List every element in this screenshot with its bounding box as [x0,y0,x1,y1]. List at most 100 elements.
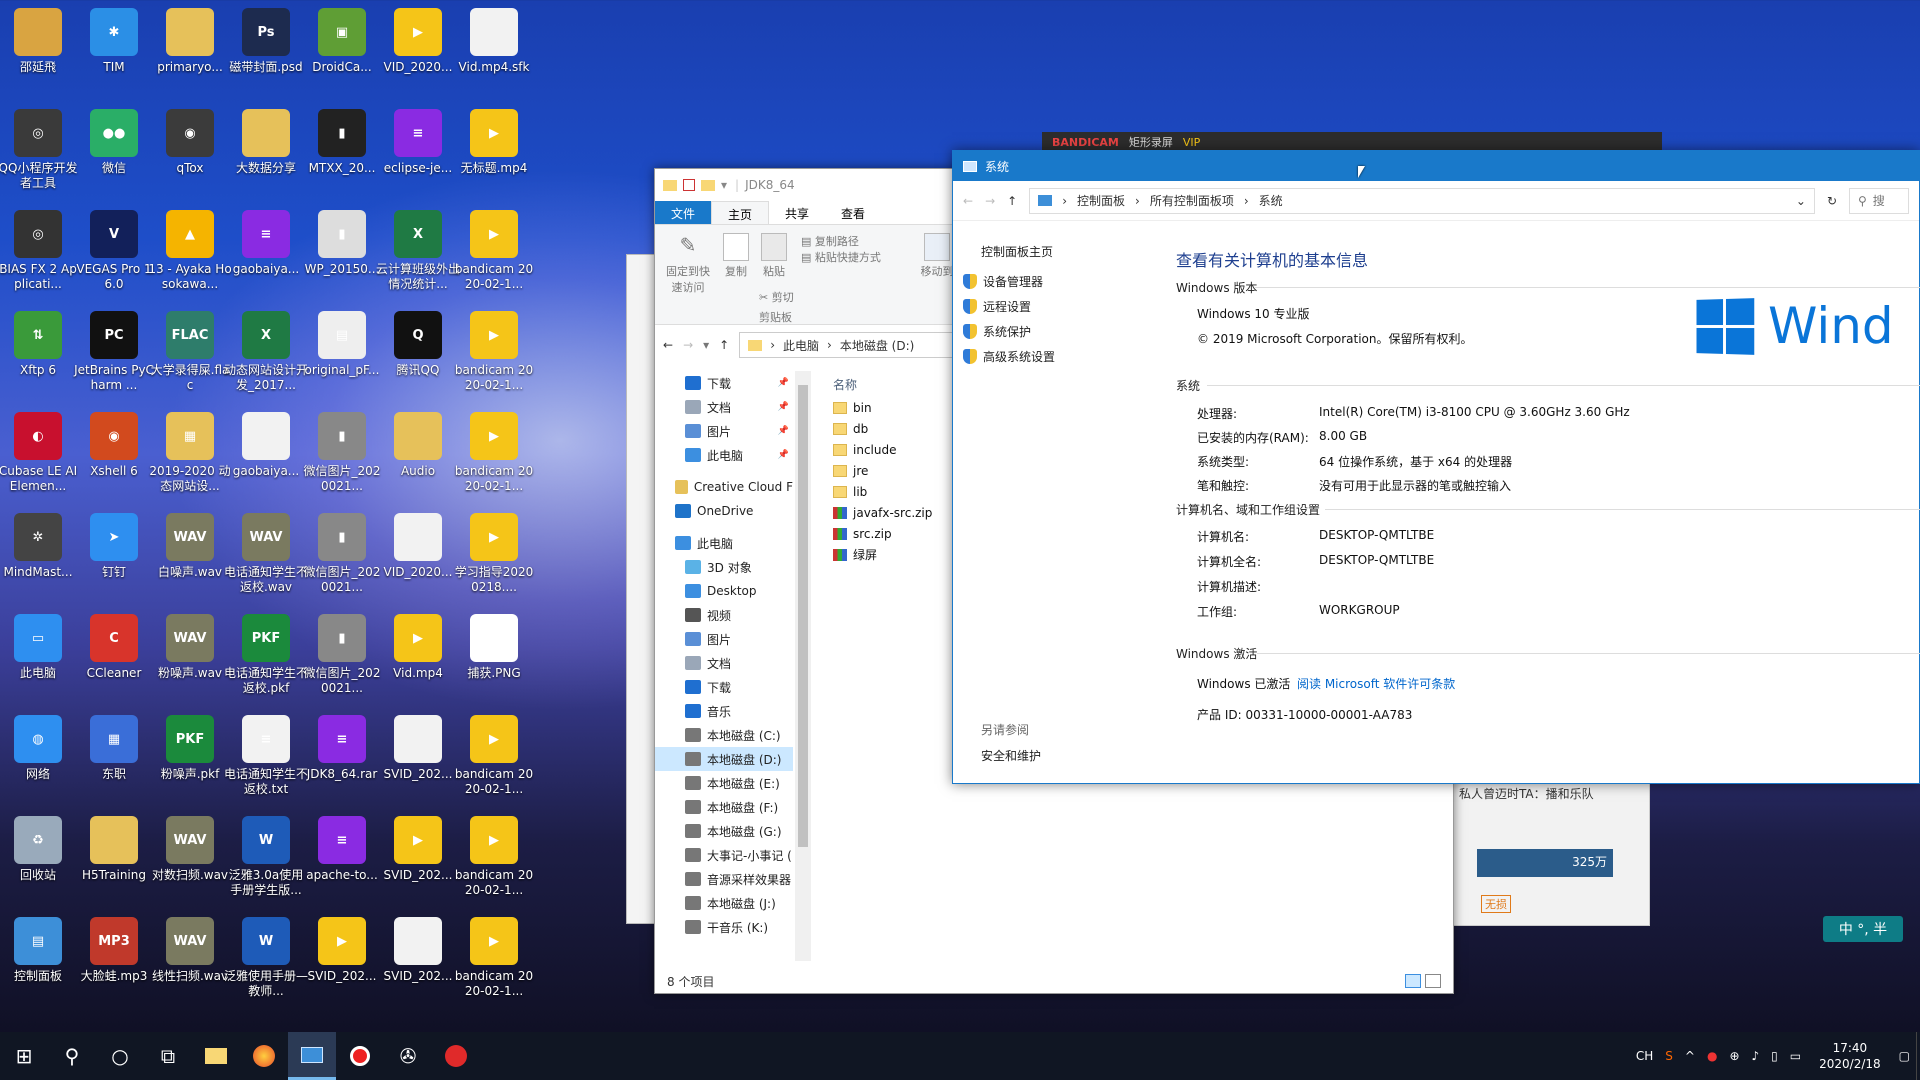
security-maintenance-link[interactable]: 安全和维护 [981,747,1041,764]
nav-item[interactable]: 此电脑 📌 [655,443,793,467]
desktop-icon[interactable]: ▦ 2019-2020 动态网站设... [148,408,232,508]
desktop-icon[interactable]: ▮ 微信图片_2020021... [300,509,384,609]
desktop-icon[interactable]: ▶ SVID_202... [300,913,384,1013]
chevron-up-icon[interactable]: ^ [1685,1049,1695,1063]
nav-item[interactable]: 下载 [655,675,793,699]
nav-item[interactable]: 干音乐 (K:) [655,915,793,939]
show-desktop-button[interactable] [1916,1032,1920,1080]
desktop-icon[interactable]: ▭ 捕获.PNG [452,610,536,710]
desktop-icon[interactable]: ⇅ Xftp 6 [0,307,80,407]
desktop-icon[interactable]: ▮ WP_20150... [300,206,384,306]
up-arrow-icon[interactable]: ↑ [719,338,729,352]
desktop-icon[interactable]: ➤ 钉钉 [72,509,156,609]
start-button[interactable]: ⊞ [0,1032,48,1080]
desktop-icon[interactable]: FLAC 大学录得屎.flac [148,307,232,407]
nav-item[interactable]: OneDrive [655,499,793,523]
up-arrow-icon[interactable]: ↑ [1007,194,1017,208]
volume-icon[interactable]: ♪ [1752,1049,1760,1063]
desktop-icon[interactable]: W 泛雅3.0a使用手册学生版... [224,812,308,912]
desktop-icon[interactable]: WAV 线性扫频.wav [148,913,232,1013]
nav-item[interactable]: 本地磁盘 (E:) [655,771,793,795]
move-to-button[interactable]: 移动到 [917,233,957,279]
desktop-icon[interactable]: ▤ 控制面板 [0,913,80,1013]
desktop-icon[interactable]: C CCleaner [72,610,156,710]
details-view-icon[interactable] [1405,974,1421,988]
desktop-icon[interactable]: MP3 大脸蛙.mp3 [72,913,156,1013]
tab-home[interactable]: 主页 [711,201,770,224]
language-indicator[interactable]: CH [1636,1049,1653,1063]
pin-quick-access-button[interactable]: ✎ 固定到快速访问 [661,233,715,295]
desktop-icon[interactable]: WAV 白噪声.wav [148,509,232,609]
device-manager-link[interactable]: 设备管理器 [963,273,1043,290]
address-field[interactable]: › 控制面板 › 所有控制面板项 › 系统 ⌄ [1029,187,1815,214]
tab-view[interactable]: 查看 [825,201,881,224]
desktop-icon[interactable]: ◍ 网络 [0,711,80,811]
desktop-icon[interactable]: WAV 粉噪声.wav [148,610,232,710]
desktop-icon[interactable]: ●● 微信 [72,105,156,205]
desktop-icon[interactable]: ≡ eclipse-je... [376,105,460,205]
nav-item[interactable]: 大事记-小事记 ( [655,843,793,867]
background-music-window[interactable]: 私人曾迈时TA：播和乐队 325万 无损 [1450,780,1650,926]
refresh-icon[interactable]: ↻ [1827,194,1837,208]
nav-item[interactable]: 本地磁盘 (D:) [655,747,793,771]
chevron-down-icon[interactable]: ⌄ [1796,194,1806,208]
desktop-icon[interactable]: V VEGAS Pro 16.0 [72,206,156,306]
desktop-icon[interactable]: PC JetBrains PyCharm ... [72,307,156,407]
desktop-icon[interactable]: ◎ BIAS FX 2 Applicati... [0,206,80,306]
back-arrow-icon[interactable]: ← [963,194,973,208]
recent-dropdown-icon[interactable]: ▾ [703,338,709,352]
firefox-taskbar-button[interactable] [240,1032,288,1080]
chevron-down-icon[interactable]: ▾ [721,178,727,192]
bandicam-taskbar-button[interactable] [336,1032,384,1080]
file-explorer-taskbar-button[interactable] [192,1032,240,1080]
display-icon[interactable]: ▭ [1790,1049,1801,1063]
advanced-settings-link[interactable]: 高级系统设置 [963,348,1055,365]
desktop-icon[interactable]: X 云计算班级外出情况统计... [376,206,460,306]
desktop-icon[interactable]: ≡ apache-to... [300,812,384,912]
nav-item[interactable]: 本地磁盘 (G:) [655,819,793,843]
desktop-icon[interactable]: SVID_202... [376,913,460,1013]
forward-arrow-icon[interactable]: → [985,194,995,208]
bandicam-toolbar[interactable]: BANDICAM 矩形录屏 VIP [1042,132,1662,152]
desktop-icon[interactable]: ▦ 东职 [72,711,156,811]
desktop-icon[interactable]: X 动态网站设计开发_2017... [224,307,308,407]
desktop-icon[interactable]: ≡ JDK8_64.rar [300,711,384,811]
desktop-icon[interactable]: ♻ 回收站 [0,812,80,912]
network-icon[interactable]: ⊕ [1729,1049,1739,1063]
desktop-icon[interactable]: ◉ qTox [148,105,232,205]
desktop-icon[interactable]: WAV 对数扫频.wav [148,812,232,912]
desktop-icon[interactable]: gaobaiya... [224,408,308,508]
desktop-icon[interactable]: ▶ bandicam 2020-02-1... [452,711,536,811]
desktop-icon[interactable]: Q 腾讯QQ [376,307,460,407]
cut-button[interactable]: ✂ 剪切 [759,289,794,305]
desktop-icon[interactable]: ▶ SVID_202... [376,812,460,912]
nav-item[interactable]: 视频 [655,603,793,627]
desktop-icon[interactable]: ▶ VID_2020... [376,4,460,104]
desktop-icon[interactable]: ◉ Xshell 6 [72,408,156,508]
ime-indicator[interactable]: 中 °, 半 [1823,916,1903,942]
desktop-icon[interactable]: ▶ bandicam 2020-02-1... [452,812,536,912]
desktop-icon[interactable]: 邵延飛 [0,4,80,104]
desktop-icon[interactable]: PKF 电话通知学生不返校.pkf [224,610,308,710]
nav-item[interactable]: Creative Cloud F [655,475,793,499]
license-terms-link[interactable]: 阅读 Microsoft 软件许可条款 [1297,675,1455,692]
desktop-icon[interactable]: ▭ 此电脑 [0,610,80,710]
desktop-icon[interactable]: ▶ Vid.mp4 [376,610,460,710]
forward-arrow-icon[interactable]: → [683,338,693,352]
desktop-icon[interactable]: ◐ Cubase LE AI Elemen... [0,408,80,508]
control-panel-home-link[interactable]: 控制面板主页 [981,243,1053,260]
nav-scrollbar[interactable] [795,371,811,961]
desktop-icon[interactable]: PKF 粉噪声.pkf [148,711,232,811]
crumb-system[interactable]: 系统 [1259,192,1283,209]
desktop-icon[interactable]: ▮ 微信图片_2020021... [300,408,384,508]
search-box[interactable]: ⚲ 搜 [1849,187,1909,214]
nav-item[interactable]: Desktop [655,579,793,603]
tray-app-icon[interactable]: ● [1707,1049,1717,1063]
task-view-button[interactable]: ⧉ [144,1032,192,1080]
netease-music-taskbar-button[interactable] [432,1032,480,1080]
desktop-icon[interactable]: ▶ bandicam 2020-02-1... [452,408,536,508]
lossless-badge[interactable]: 无损 [1481,895,1511,913]
desktop-icon[interactable]: SVID_202... [376,711,460,811]
tab-share[interactable]: 共享 [769,201,825,224]
nav-item[interactable]: 此电脑 [655,531,793,555]
